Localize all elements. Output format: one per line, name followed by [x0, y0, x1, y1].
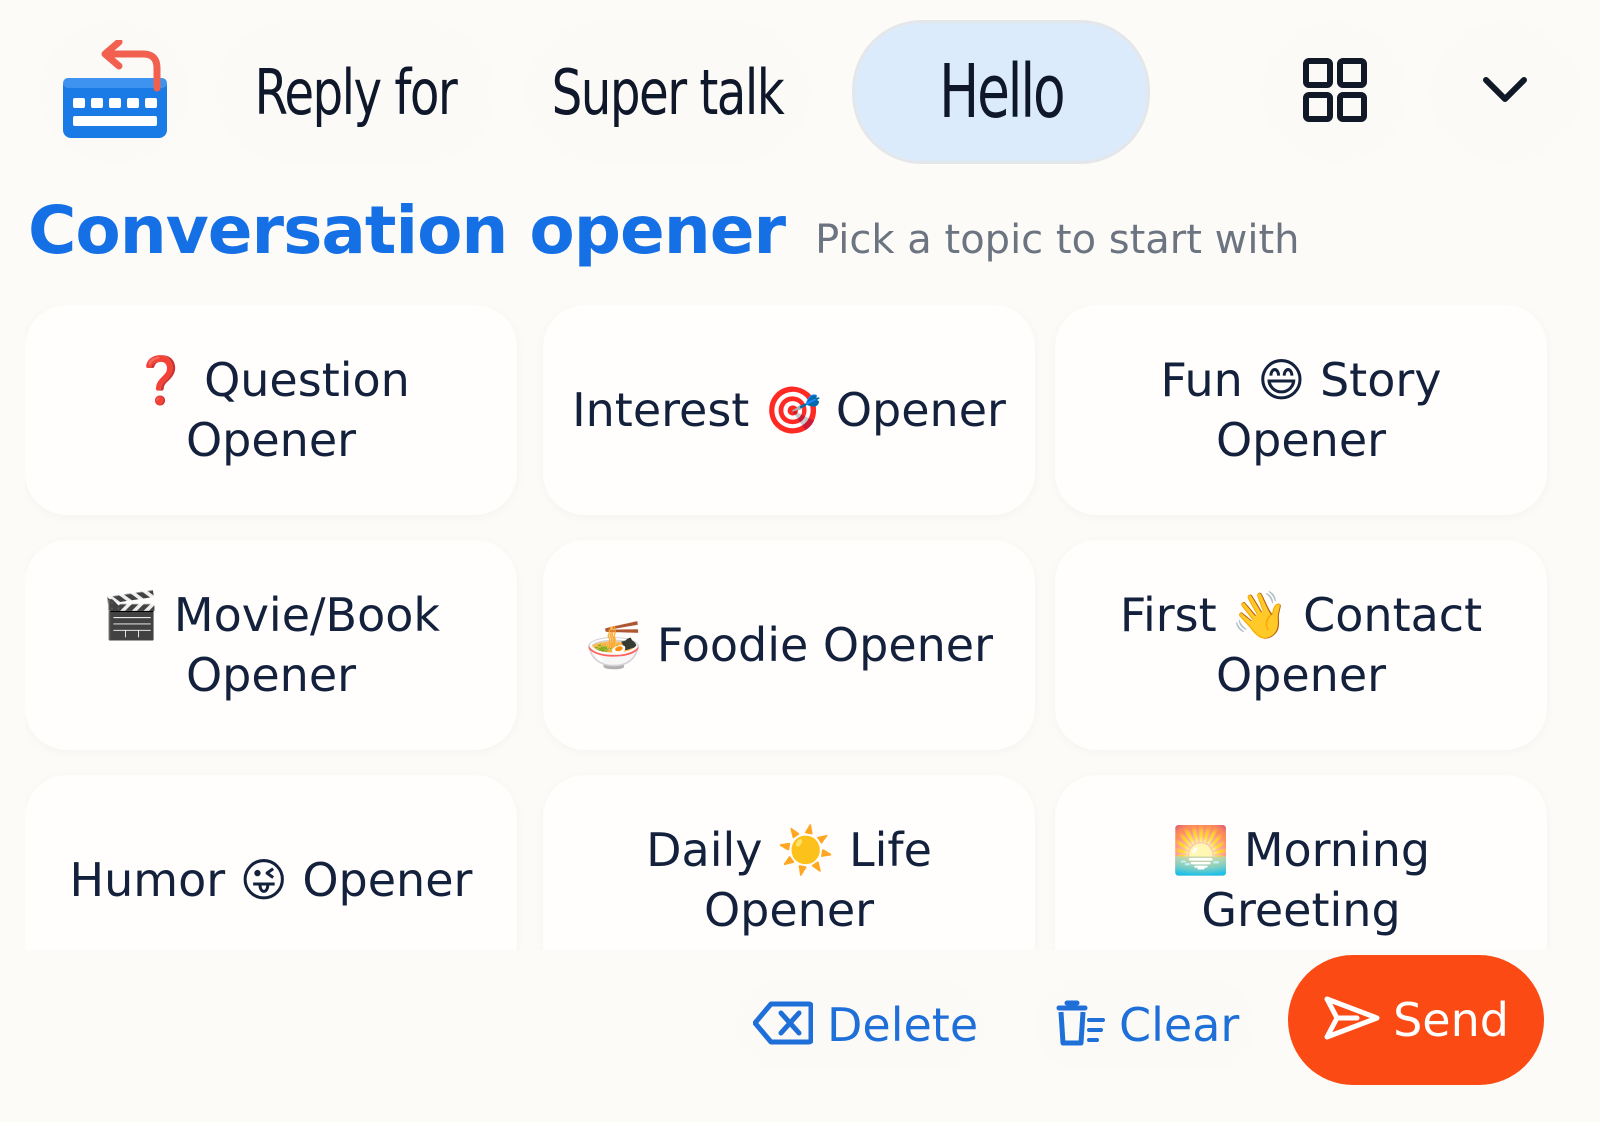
opener-label: Humor 😜 Opener — [69, 853, 473, 907]
opener-label: 🎬 Movie/Book Opener — [101, 588, 440, 702]
opener-label: 🍜 Foodie Opener — [585, 618, 993, 672]
reply-keyboard-icon — [61, 38, 169, 145]
clear-button[interactable]: Clear — [1035, 980, 1255, 1070]
opener-label: Fun 😄 Story Opener — [1160, 353, 1442, 467]
opener-question[interactable]: ❓ Question Opener — [25, 305, 517, 515]
section-subtitle: Pick a topic to start with — [815, 217, 1300, 263]
opener-daily-life[interactable]: Daily ☀️ Life Opener — [543, 775, 1035, 950]
tab-reply-for-label: Reply for — [254, 55, 457, 129]
opener-interest[interactable]: Interest 🎯 Opener — [543, 305, 1035, 515]
toolbar: Reply for Super talk Hello — [0, 0, 1600, 185]
tab-hello[interactable]: Hello — [852, 20, 1150, 164]
chevron-down-icon — [1482, 75, 1528, 110]
backspace-icon — [752, 1001, 814, 1050]
grid-menu-button[interactable] — [1262, 22, 1407, 162]
section-title: Conversation opener — [28, 192, 786, 269]
delete-button[interactable]: Delete — [735, 980, 985, 1070]
opener-label: Daily ☀️ Life Opener — [646, 823, 932, 937]
opener-label: Interest 🎯 Opener — [572, 383, 1006, 437]
collapse-button[interactable] — [1430, 22, 1580, 162]
grid-icon — [1302, 57, 1367, 127]
opener-morning-greeting[interactable]: 🌅 Morning Greeting — [1055, 775, 1547, 950]
send-button[interactable]: Send — [1288, 955, 1544, 1085]
section-heading: Conversation opener Pick a topic to star… — [28, 192, 1300, 269]
tab-super-talk[interactable]: Super talk — [525, 22, 810, 162]
opener-label: First 👋 Contact Opener — [1119, 588, 1483, 702]
opener-fun-story[interactable]: Fun 😄 Story Opener — [1055, 305, 1547, 515]
tab-reply-for[interactable]: Reply for — [215, 22, 495, 162]
send-icon — [1323, 995, 1381, 1046]
tab-super-talk-label: Super talk — [551, 55, 785, 129]
opener-label: 🌅 Morning Greeting — [1171, 823, 1431, 937]
opener-grid: ❓ Question Opener Interest 🎯 Opener Fun … — [25, 305, 1570, 950]
opener-movie-book[interactable]: 🎬 Movie/Book Opener — [25, 540, 517, 750]
keyboard-reply-button[interactable] — [40, 22, 190, 162]
opener-label: ❓ Question Opener — [132, 353, 410, 467]
delete-label: Delete — [827, 998, 979, 1052]
opener-foodie[interactable]: 🍜 Foodie Opener — [543, 540, 1035, 750]
trash-list-icon — [1053, 1000, 1105, 1051]
send-label: Send — [1393, 993, 1509, 1047]
opener-first-contact[interactable]: First 👋 Contact Opener — [1055, 540, 1547, 750]
action-bar: Delete Clear Send — [0, 950, 1600, 1122]
opener-humor[interactable]: Humor 😜 Opener — [25, 775, 517, 950]
clear-label: Clear — [1119, 998, 1240, 1052]
tab-hello-label: Hello — [938, 49, 1065, 135]
